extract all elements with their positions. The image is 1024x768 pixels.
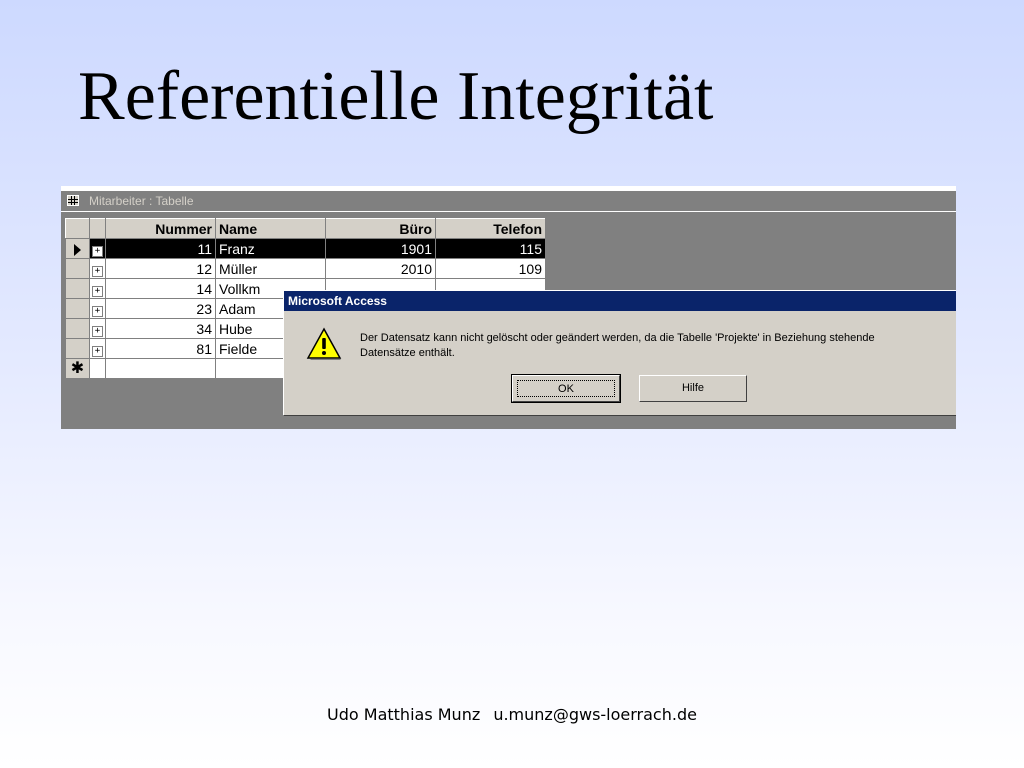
cell-name[interactable]: Müller: [215, 258, 326, 279]
header-row: Nummer Name Büro Telefon: [65, 218, 546, 239]
column-header-buero[interactable]: Büro: [325, 218, 436, 239]
cell-telefon[interactable]: 109: [435, 258, 546, 279]
expand-plus-icon[interactable]: +: [92, 306, 103, 317]
expand-plus-icon[interactable]: +: [92, 246, 103, 257]
record-selector[interactable]: [65, 318, 90, 339]
expand-cell[interactable]: +: [89, 338, 106, 359]
cell-telefon[interactable]: 115: [435, 238, 546, 259]
expand-plus-icon[interactable]: +: [92, 266, 103, 277]
footer-email: u.munz@gws-loerrach.de: [493, 705, 697, 724]
expand-cell[interactable]: +: [89, 318, 106, 339]
column-header-nummer[interactable]: Nummer: [105, 218, 216, 239]
cell-nummer[interactable]: 34: [105, 318, 216, 339]
column-header-telefon[interactable]: Telefon: [435, 218, 546, 239]
cell-nummer[interactable]: 23: [105, 298, 216, 319]
expand-cell[interactable]: +: [89, 258, 106, 279]
expand-plus-icon[interactable]: +: [92, 286, 103, 297]
slide-footer: Udo Matthias Munz u.munz@gws-loerrach.de: [0, 705, 1024, 724]
cell-buero[interactable]: 1901: [325, 238, 436, 259]
expand-cell[interactable]: +: [89, 238, 106, 259]
expand-plus-icon[interactable]: +: [92, 326, 103, 337]
expand-plus-icon[interactable]: +: [92, 346, 103, 357]
expand-cell[interactable]: +: [89, 298, 106, 319]
expand-cell[interactable]: +: [89, 278, 106, 299]
cell-buero[interactable]: 2010: [325, 258, 436, 279]
dialog-message-line2: Datensätze enthält.: [360, 347, 455, 359]
dialog-title: Microsoft Access: [288, 294, 387, 308]
record-selector[interactable]: [65, 258, 90, 279]
table-window-title: Mitarbeiter : Tabelle: [89, 194, 194, 208]
access-screenshot: Mitarbeiter : Tabelle Nummer Name Büro T…: [61, 186, 956, 429]
cell-nummer[interactable]: 81: [105, 338, 216, 359]
help-button[interactable]: Hilfe: [639, 375, 747, 402]
error-dialog: Microsoft Access × Der Datensatz kann ni…: [283, 290, 956, 415]
slide-title: Referentielle Integrität: [78, 58, 714, 135]
current-record-arrow-icon: [74, 243, 81, 256]
record-selector[interactable]: [65, 238, 90, 259]
table-row[interactable]: + 11 Franz 1901 115: [65, 238, 546, 259]
record-selector[interactable]: [65, 338, 90, 359]
ok-button[interactable]: OK: [511, 374, 621, 403]
cell-nummer[interactable]: 11: [105, 238, 216, 259]
cell-nummer[interactable]: 14: [105, 278, 216, 299]
table-window-title-bar[interactable]: Mitarbeiter : Tabelle: [61, 192, 956, 212]
dialog-message: Der Datensatz kann nicht gelöscht oder g…: [360, 331, 956, 361]
cell-nummer[interactable]: 12: [105, 258, 216, 279]
table-row[interactable]: + 12 Müller 2010 109: [65, 258, 546, 279]
cell-name[interactable]: Franz: [215, 238, 326, 259]
cell-nummer-new[interactable]: [105, 358, 216, 379]
warning-icon: [306, 327, 342, 360]
column-header-name[interactable]: Name: [215, 218, 326, 239]
expand-header: [89, 218, 106, 239]
record-selector-header[interactable]: [65, 218, 90, 239]
dialog-title-bar[interactable]: Microsoft Access ×: [284, 291, 956, 311]
new-record-star-icon: ✱: [70, 359, 85, 377]
footer-author: Udo Matthias Munz: [327, 705, 481, 724]
table-icon: [67, 195, 79, 206]
record-selector[interactable]: ✱: [65, 358, 90, 379]
top-strip: [61, 186, 956, 191]
dialog-message-line1: Der Datensatz kann nicht gelöscht oder g…: [360, 332, 875, 344]
record-selector[interactable]: [65, 278, 90, 299]
record-selector[interactable]: [65, 298, 90, 319]
ok-button-label: OK: [517, 380, 615, 397]
expand-cell: [89, 358, 106, 379]
